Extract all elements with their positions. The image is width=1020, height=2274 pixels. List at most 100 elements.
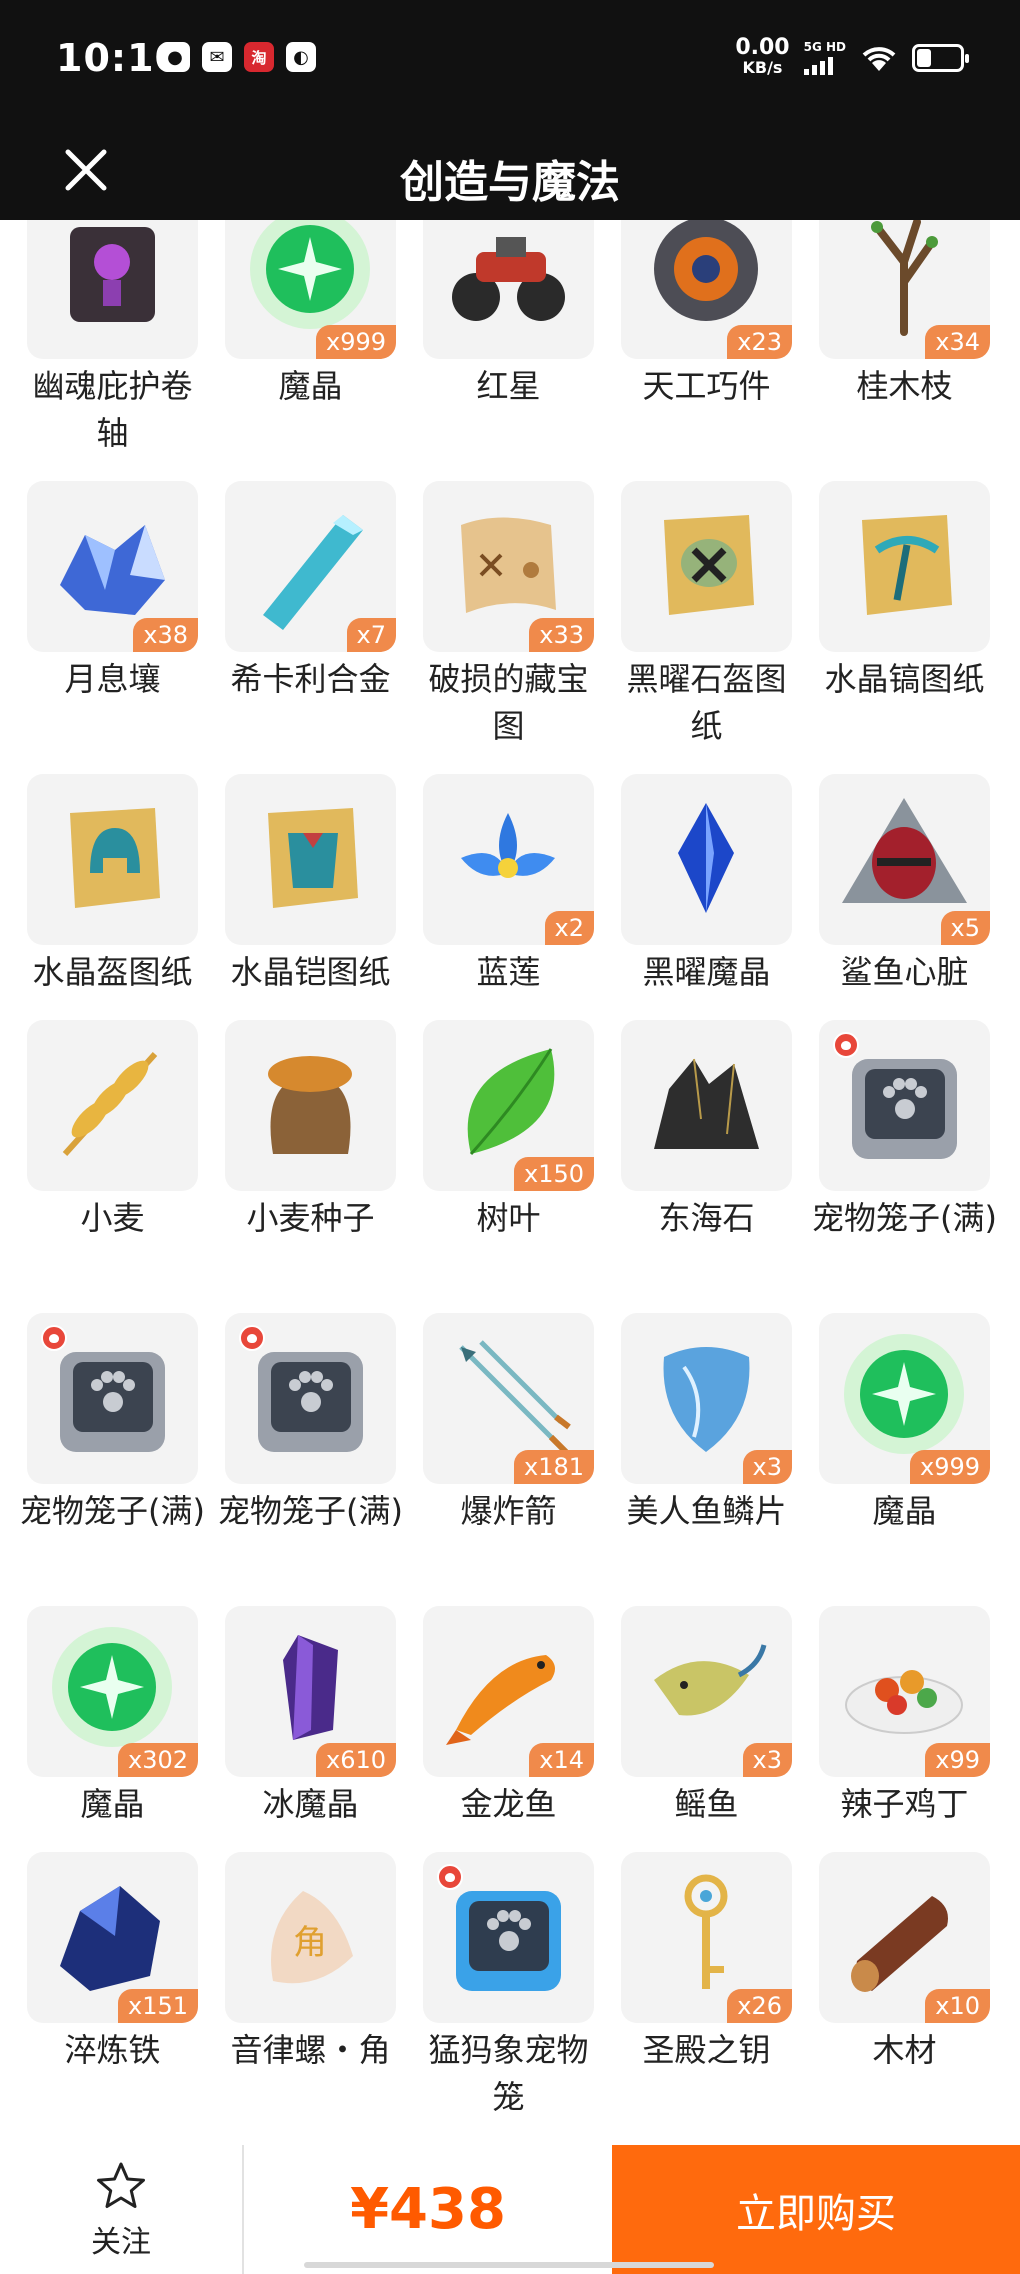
item-card[interactable]: x26 圣殿之钥 xyxy=(621,1852,792,2145)
item-name: 美人鱼鳞片 xyxy=(626,1492,787,1530)
item-card[interactable]: x38 月息壤 xyxy=(27,481,198,774)
item-name: 水晶镐图纸 xyxy=(824,660,985,698)
item-card[interactable]: x181 爆炸箭 xyxy=(423,1313,594,1606)
item-card[interactable]: x10 木材 xyxy=(819,1852,990,2145)
item-card[interactable]: x33 破损的藏宝图 xyxy=(423,481,594,774)
item-tile: x150 xyxy=(423,1020,594,1191)
item-card[interactable]: x151 淬炼铁 xyxy=(27,1852,198,2145)
item-name: 月息壤 xyxy=(64,660,161,698)
item-name: 黑曜魔晶 xyxy=(642,953,771,991)
blue-ore-icon xyxy=(60,1886,160,1991)
item-tile: x14 xyxy=(423,1606,594,1777)
item-card[interactable]: x7 希卡利合金 xyxy=(225,481,396,774)
quantity-badge: x10 xyxy=(925,1989,990,2023)
dish-icon xyxy=(845,1670,963,1734)
item-tile: x151 xyxy=(27,1852,198,2023)
item-card[interactable]: 小麦种子 xyxy=(225,1020,396,1313)
pet-cage-icon xyxy=(258,1352,363,1452)
item-card[interactable]: x23 天工巧件 xyxy=(621,220,792,481)
item-card[interactable]: x302 魔晶 xyxy=(27,1606,198,1852)
item-tile xyxy=(621,481,792,652)
item-card[interactable]: 幽魂庇护卷轴 xyxy=(27,220,198,481)
item-card[interactable]: 水晶盔图纸 xyxy=(27,774,198,1020)
item-name: 圣殿之钥 xyxy=(642,2031,771,2069)
item-tile xyxy=(423,1852,594,2023)
quantity-badge: x999 xyxy=(315,325,396,359)
item-card[interactable]: 红星 xyxy=(423,220,594,481)
item-card[interactable]: 猛犸象宠物笼 xyxy=(423,1852,594,2145)
follow-label: 关注 xyxy=(91,2224,151,2260)
item-card[interactable]: 水晶镐图纸 xyxy=(819,481,990,774)
quantity-badge: x99 xyxy=(925,1743,990,1777)
status-app-icons: ● ✉ 淘 ◐ xyxy=(160,42,316,72)
item-card[interactable]: 宠物笼子(满) xyxy=(812,1020,997,1313)
item-name: 淬炼铁 xyxy=(64,2031,161,2069)
follow-button[interactable]: 关注 xyxy=(0,2145,242,2274)
quantity-badge: x151 xyxy=(117,1989,198,2023)
item-name: 破损的藏宝图 xyxy=(428,660,589,745)
item-card[interactable]: x14 金龙鱼 xyxy=(423,1606,594,1852)
item-card[interactable]: 角音律螺・角 xyxy=(225,1852,396,2145)
item-grid-scroll[interactable]: 幽魂庇护卷轴 x999 魔晶 红星 x23 天工巧件 x34 桂木枝 x38 月息壤 x7 希卡利合金… xyxy=(0,220,1020,2145)
item-tile xyxy=(27,1313,198,1484)
item-name: 树叶 xyxy=(476,1199,541,1237)
item-card[interactable]: 黑曜魔晶 xyxy=(621,774,792,1020)
blue-pet-cage-icon xyxy=(456,1891,561,1991)
item-tile: x3 xyxy=(621,1313,792,1484)
page-title: 创造与魔法 xyxy=(400,157,620,208)
quantity-badge: x23 xyxy=(727,325,792,359)
price: ¥438 xyxy=(350,2177,506,2242)
item-tile xyxy=(819,481,990,652)
item-tile xyxy=(621,774,792,945)
item-name: 东海石 xyxy=(658,1199,755,1237)
item-tile: x181 xyxy=(423,1313,594,1484)
quantity-badge: x7 xyxy=(346,618,396,652)
arrows-icon xyxy=(459,1340,571,1455)
item-card[interactable]: x610 冰魔晶 xyxy=(225,1606,396,1852)
star-icon xyxy=(97,2162,145,2208)
black-rock-icon xyxy=(654,1058,759,1149)
item-name: 水晶盔图纸 xyxy=(32,953,193,991)
blueprint-scroll-icon xyxy=(664,515,754,615)
quantity-badge: x26 xyxy=(727,1989,792,2023)
pickaxe-scroll-icon xyxy=(862,515,952,615)
purple-crystal-icon xyxy=(283,1635,338,1740)
quantity-badge: x5 xyxy=(940,911,990,945)
item-card[interactable]: 黑曜石盔图纸 xyxy=(621,481,792,774)
motorcycle-icon xyxy=(452,237,565,321)
item-tile xyxy=(819,1020,990,1191)
item-card[interactable]: x999 魔晶 xyxy=(819,1313,990,1606)
item-tile: x10 xyxy=(819,1852,990,2023)
item-card[interactable]: 水晶铠图纸 xyxy=(225,774,396,1020)
quantity-badge: x3 xyxy=(742,1743,792,1777)
item-name: 爆炸箭 xyxy=(460,1492,557,1530)
item-tile: x23 xyxy=(621,220,792,359)
header: 创造与魔法 xyxy=(0,120,1020,220)
item-card[interactable]: x99 辣子鸡丁 xyxy=(819,1606,990,1852)
quantity-badge: x14 xyxy=(529,1743,594,1777)
item-card[interactable]: 宠物笼子(满) xyxy=(20,1313,205,1606)
item-tile: x2 xyxy=(423,774,594,945)
item-card[interactable]: 宠物笼子(满) xyxy=(218,1313,403,1606)
pet-cage-icon xyxy=(60,1352,165,1452)
buy-now-button[interactable]: 立即购买 xyxy=(612,2145,1020,2274)
item-card[interactable]: x3 鳐鱼 xyxy=(621,1606,792,1852)
item-card[interactable]: 东海石 xyxy=(621,1020,792,1313)
item-name: 木材 xyxy=(872,2031,937,2069)
item-name: 宠物笼子(满) xyxy=(218,1492,403,1530)
item-card[interactable]: x5 鲨鱼心脏 xyxy=(819,774,990,1020)
item-tile xyxy=(423,220,594,359)
item-card[interactable]: x34 桂木枝 xyxy=(819,220,990,481)
quantity-badge: x150 xyxy=(513,1157,594,1191)
item-name: 蓝莲 xyxy=(476,953,541,991)
item-card[interactable]: x3 美人鱼鳞片 xyxy=(621,1313,792,1606)
item-card[interactable]: x2 蓝莲 xyxy=(423,774,594,1020)
item-card[interactable]: x999 魔晶 xyxy=(225,220,396,481)
item-tile: x99 xyxy=(819,1606,990,1777)
quantity-badge: x34 xyxy=(925,325,990,359)
item-grid: 幽魂庇护卷轴 x999 魔晶 红星 x23 天工巧件 x34 桂木枝 x38 月息壤 x7 希卡利合金… xyxy=(20,220,1007,2145)
item-name: 天工巧件 xyxy=(642,367,771,405)
pet-cage-icon xyxy=(852,1059,957,1159)
item-card[interactable]: x150 树叶 xyxy=(423,1020,594,1313)
item-card[interactable]: 小麦 xyxy=(27,1020,198,1313)
